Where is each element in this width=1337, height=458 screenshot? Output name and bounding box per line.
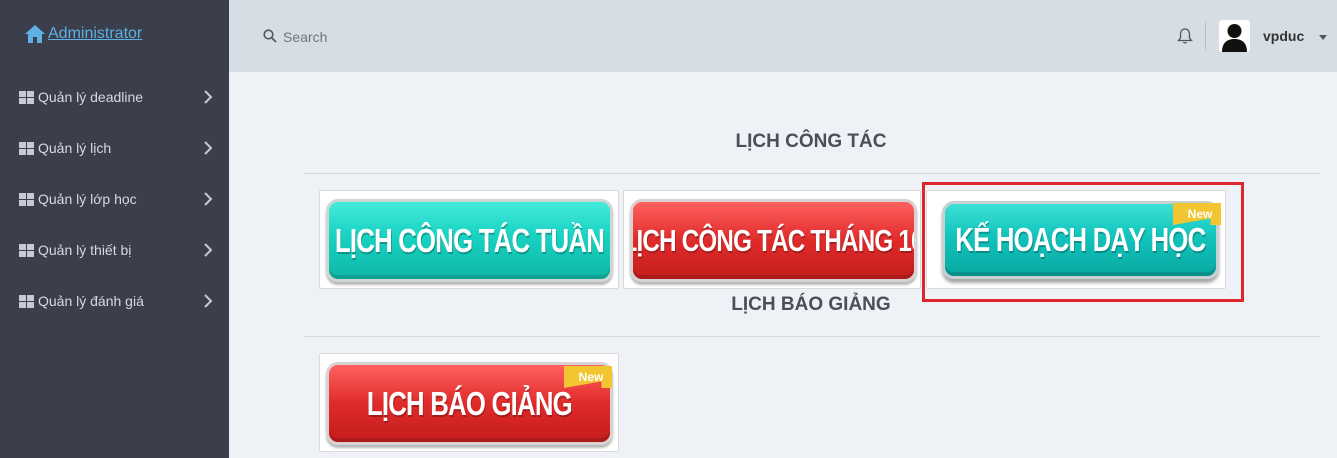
sidebar-item-deadline[interactable]: Quản lý deadline bbox=[0, 77, 229, 117]
button-label: LỊCH CÔNG TÁC THÁNG 10 bbox=[630, 222, 917, 258]
chevron-right-icon bbox=[204, 141, 213, 155]
grid-icon bbox=[19, 294, 34, 308]
grid-icon bbox=[19, 141, 34, 155]
grid-icon bbox=[19, 90, 34, 104]
grid-icon bbox=[19, 192, 34, 206]
home-icon bbox=[25, 25, 45, 43]
topbar-divider bbox=[1205, 22, 1206, 50]
grid-icon bbox=[19, 243, 34, 257]
chevron-right-icon bbox=[204, 243, 213, 257]
highlight-frame bbox=[922, 182, 1244, 302]
sidebar-item-schedule[interactable]: Quản lý lịch bbox=[0, 128, 229, 168]
caret-down-icon[interactable] bbox=[1319, 35, 1327, 40]
chevron-right-icon bbox=[204, 294, 213, 308]
avatar[interactable] bbox=[1219, 20, 1250, 52]
card-lich-cong-tac-thang[interactable]: LỊCH CÔNG TÁC THÁNG 10 bbox=[623, 190, 921, 289]
brand-link[interactable]: Administrator bbox=[24, 24, 142, 44]
search-icon bbox=[263, 29, 277, 43]
card-lich-bao-giang[interactable]: LỊCH BÁO GIẢNG New bbox=[319, 353, 619, 452]
sidebar-item-evaluation[interactable]: Quản lý đánh giá bbox=[0, 281, 229, 321]
search-input[interactable] bbox=[283, 26, 583, 48]
chevron-right-icon bbox=[204, 90, 213, 104]
sidebar-item-label: Quản lý đánh giá bbox=[38, 293, 144, 309]
button-lich-cong-tac-thang[interactable]: LỊCH CÔNG TÁC THÁNG 10 bbox=[630, 199, 917, 282]
button-lich-cong-tac-tuan[interactable]: LỊCH CÔNG TÁC TUẦN bbox=[326, 199, 613, 282]
sidebar-item-label: Quản lý thiết bị bbox=[38, 242, 132, 258]
card-lich-cong-tac-tuan[interactable]: LỊCH CÔNG TÁC TUẦN bbox=[319, 190, 619, 289]
sidebar-item-label: Quản lý lớp học bbox=[38, 191, 137, 207]
section-divider bbox=[304, 173, 1320, 174]
section-title-lich-bao-giang: LỊCH BÁO GIẢNG bbox=[731, 294, 891, 315]
sidebar-item-classes[interactable]: Quản lý lớp học bbox=[0, 179, 229, 219]
topbar: vpduc bbox=[229, 0, 1337, 72]
sidebar: Administrator Quản lý deadline Quản lý l… bbox=[0, 0, 229, 458]
user-silhouette-icon bbox=[1222, 24, 1247, 52]
button-label: LỊCH BÁO GIẢNG bbox=[366, 384, 573, 422]
brand-label: Administrator bbox=[48, 25, 143, 42]
chevron-right-icon bbox=[204, 192, 213, 206]
button-label: LỊCH CÔNG TÁC TUẦN bbox=[334, 221, 605, 259]
section-title-lich-cong-tac: LỊCH CÔNG TÁC bbox=[735, 131, 887, 152]
bell-icon[interactable] bbox=[1177, 27, 1193, 45]
section-divider bbox=[304, 336, 1320, 337]
sidebar-item-label: Quản lý lịch bbox=[38, 140, 112, 156]
sidebar-item-devices[interactable]: Quản lý thiết bị bbox=[0, 230, 229, 270]
sidebar-item-label: Quản lý deadline bbox=[38, 89, 144, 105]
username[interactable]: vpduc bbox=[1263, 28, 1304, 44]
